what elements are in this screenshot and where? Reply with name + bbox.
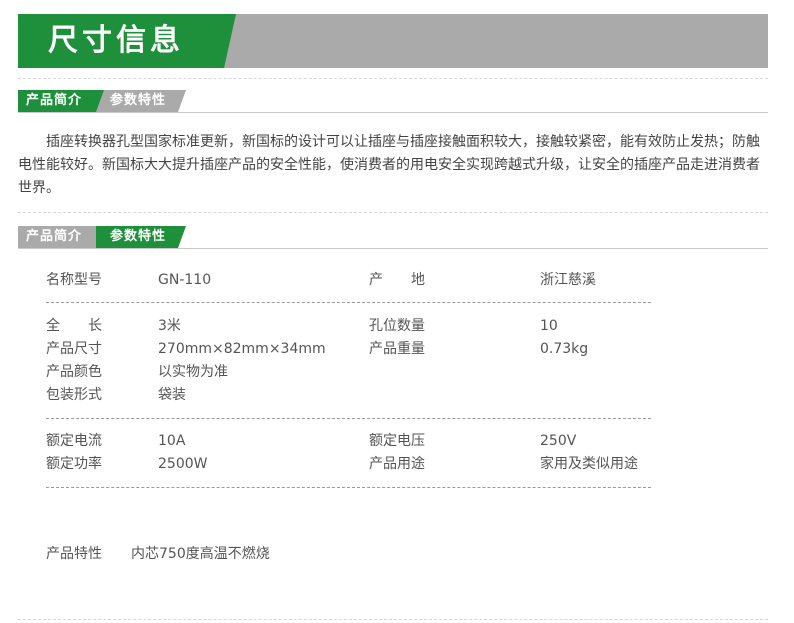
spec-label: 产 地: [369, 272, 425, 288]
feature-label: 产品特性: [46, 546, 102, 562]
spec-value: 以实物为准: [158, 364, 228, 380]
divider: [18, 619, 768, 620]
feature-value: 内芯750度高温不燃烧: [131, 546, 270, 562]
spec-value: GN-110: [158, 272, 212, 288]
spec-value: 250V: [540, 433, 577, 449]
spec-value: 0.73kg: [540, 341, 589, 357]
spec-divider: [46, 302, 651, 303]
spec-label: 额定电压: [369, 433, 425, 449]
spec-label: 额定电流: [46, 433, 102, 449]
spec-label: 名称型号: [46, 272, 102, 288]
spec-value: 270mm×82mm×34mm: [158, 341, 326, 357]
spec-label: 全 长: [46, 318, 102, 334]
spec-label: 产品重量: [369, 341, 425, 357]
spec-value: 10: [540, 318, 558, 334]
spec-divider: [46, 487, 651, 488]
spec-table: 名称型号 GN-110 产 地 浙江慈溪 全 长 3米 孔位数量 10 产品尺寸…: [0, 0, 794, 623]
spec-label: 产品用途: [369, 456, 425, 472]
spec-label: 包装形式: [46, 387, 102, 403]
spec-divider: [46, 418, 651, 419]
spec-value: 家用及类似用途: [540, 456, 638, 472]
spec-value: 10A: [158, 433, 186, 449]
spec-value: 2500W: [158, 456, 208, 472]
spec-label: 孔位数量: [369, 318, 425, 334]
spec-value: 浙江慈溪: [540, 272, 596, 288]
spec-label: 额定功率: [46, 456, 102, 472]
spec-value: 3米: [158, 318, 181, 334]
spec-label: 产品颜色: [46, 364, 102, 380]
spec-label: 产品尺寸: [46, 341, 102, 357]
spec-value: 袋装: [158, 387, 186, 403]
